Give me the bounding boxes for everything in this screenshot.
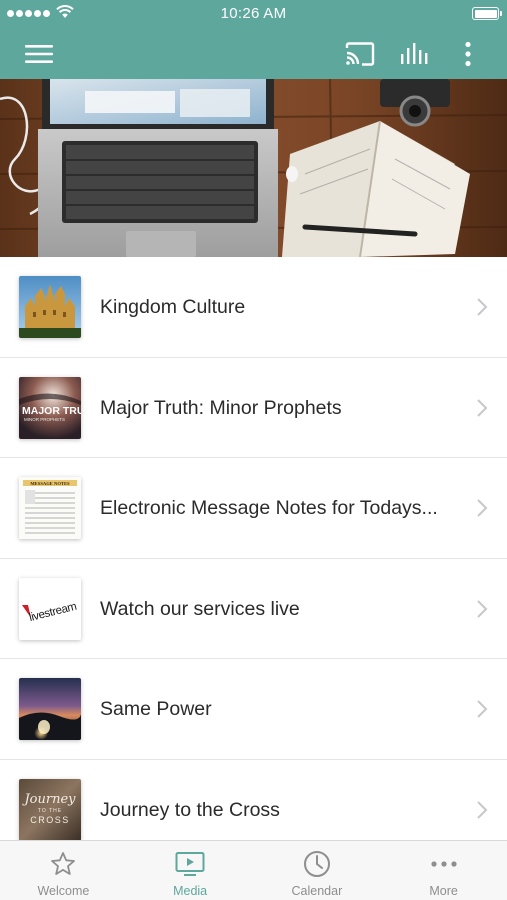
list-item-label: Major Truth: Minor Prophets [100,396,342,419]
tab-label: Calendar [291,884,343,898]
tab-label: Welcome [37,884,90,898]
tab-bar: Welcome Media Calendar More [0,840,507,900]
chevron-right-icon [477,499,488,517]
list-item[interactable]: livestream Watch our services live [0,559,507,659]
thumbnail-image [19,678,81,740]
list-item-label: Kingdom Culture [100,296,246,318]
menu-button[interactable] [14,28,64,79]
list-item-label: Electronic Message Notes for Todays... [100,497,438,519]
thumbnail-image: livestream [19,577,81,640]
thumbnail-subtitle-text: CROSS [30,815,70,825]
chevron-right-icon [477,398,488,417]
nav-bar [0,28,507,79]
list-item-label: Journey to the Cross [100,798,280,821]
audio-bars-icon [401,42,428,64]
battery-icon [472,7,502,20]
tab-calendar[interactable]: Calendar [254,841,381,900]
cast-icon [345,41,375,66]
overflow-menu-button[interactable] [450,28,486,79]
chevron-right-icon [477,700,488,718]
status-time: 10:26 AM [220,5,287,22]
thumbnail-title-text: MESSAGE NOTES [30,481,70,486]
thumbnail-image: Journey TO THE CROSS [19,778,81,840]
list-item[interactable]: MAJOR TRUTH MINOR PROPHETS Major Truth: … [0,358,507,458]
list-item-label: Watch our services live [100,597,300,620]
hero-desk-photo [0,79,507,257]
vertical-ellipsis-icon [465,41,471,66]
list-item[interactable]: Same Power [0,659,507,760]
media-list: Kingdom Culture MAJOR TRUTH MINOR PROPHE… [0,257,507,840]
list-item[interactable]: Kingdom Culture [0,257,507,358]
cast-button[interactable] [336,28,384,79]
chevron-right-icon [477,298,488,316]
hamburger-menu-icon [25,44,53,63]
list-item[interactable]: Journey TO THE CROSS Journey to the Cros… [0,760,507,840]
audio-button[interactable] [392,28,438,79]
star-icon [48,850,78,878]
thumbnail-subtitle-text: TO THE [38,808,62,814]
thumbnail-image: MAJOR TRUTH MINOR PROPHETS [19,376,81,439]
status-bar: 10:26 AM [0,0,507,28]
tab-welcome[interactable]: Welcome [0,841,127,900]
thumbnail-image [19,276,81,338]
app-header: 10:26 AM [0,0,507,79]
thumbnail-subtitle-text: MINOR PROPHETS [24,417,65,422]
chevron-right-icon [477,800,488,819]
tab-more[interactable]: More [380,841,507,900]
thumbnail-title-text: Journey [21,792,76,807]
tab-label: Media [173,884,208,898]
tab-label: More [429,884,458,898]
horizontal-ellipsis-icon [429,850,459,878]
clock-icon [302,850,332,878]
list-item[interactable]: MESSAGE NOTES Electronic Message Notes f… [0,458,507,559]
thumbnail-image: MESSAGE NOTES [19,477,81,539]
tv-play-icon [175,850,205,878]
hero-image [0,79,507,257]
tab-media[interactable]: Media [127,841,254,900]
list-item-label: Same Power [100,698,212,720]
chevron-right-icon [477,599,488,618]
thumbnail-title-text: MAJOR TRUTH [22,405,81,417]
